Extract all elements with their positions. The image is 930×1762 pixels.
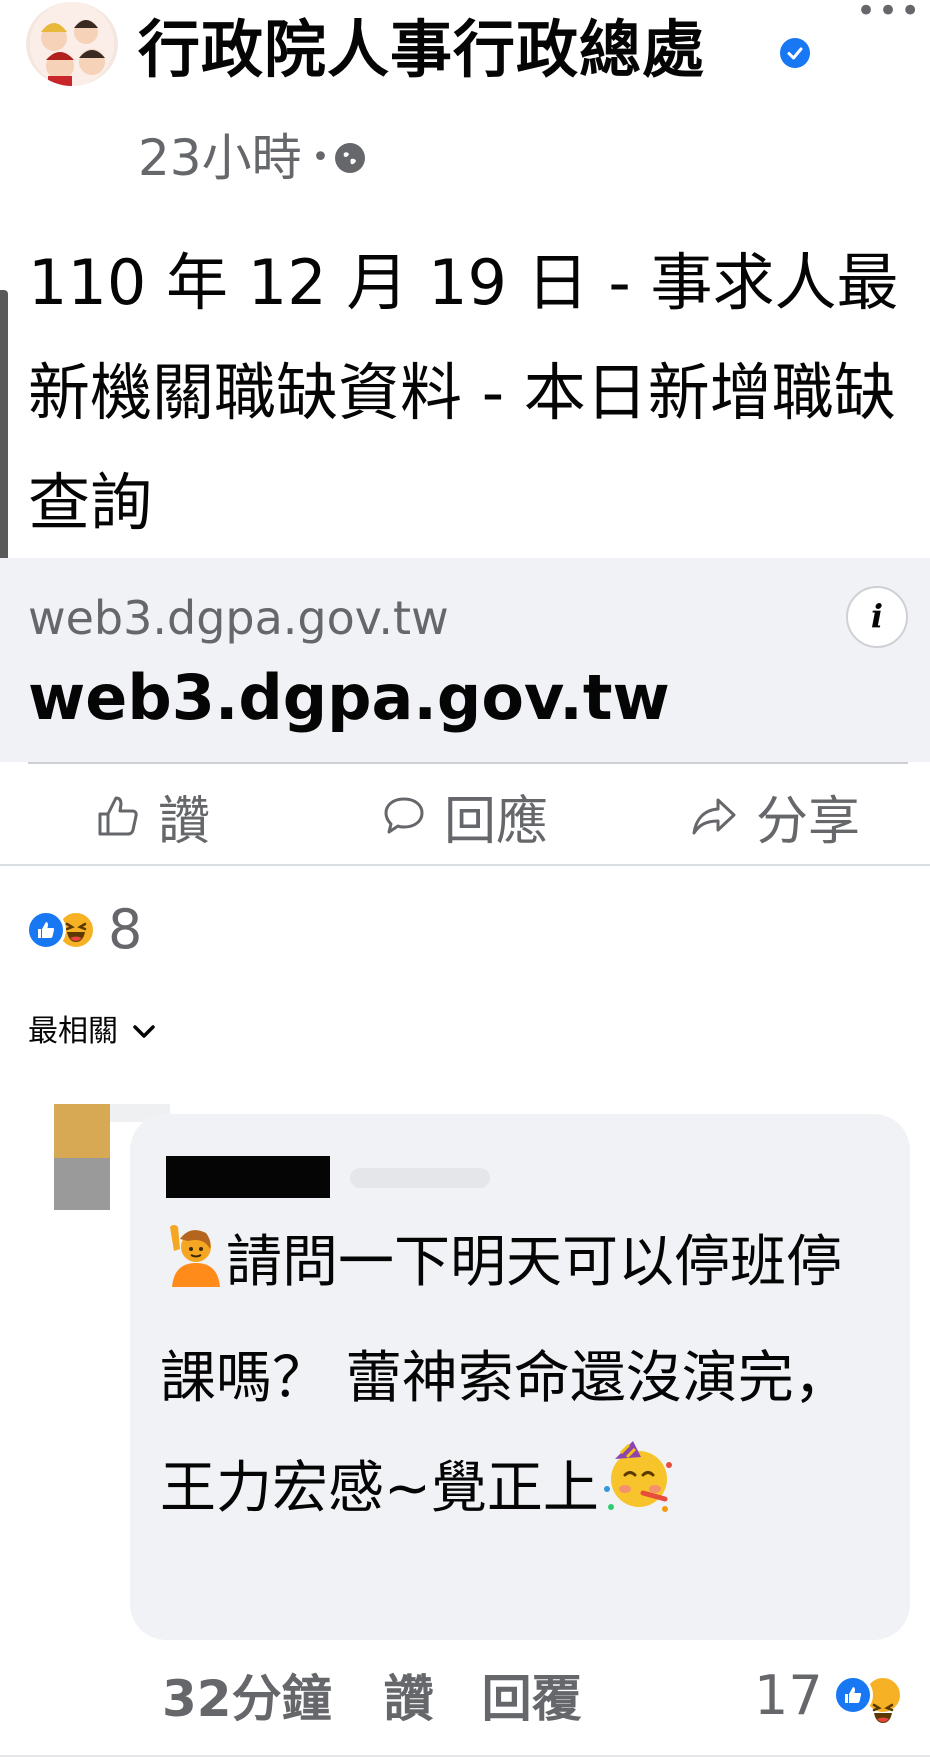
thumbs-up-icon xyxy=(98,796,138,836)
comment-button[interactable]: 回應 xyxy=(382,786,548,852)
chevron-down-icon xyxy=(133,1025,155,1038)
comment-like-button[interactable]: 讚 xyxy=(384,1659,434,1731)
comment-bubble-icon xyxy=(384,797,424,834)
commenter-avatar[interactable] xyxy=(54,1104,110,1210)
comment-reaction-summary[interactable]: 17 xyxy=(754,1660,903,1730)
share-label: 分享 xyxy=(756,791,861,852)
comment-reaction-count: 17 xyxy=(754,1663,823,1727)
verified-badge-icon xyxy=(780,38,810,68)
comment-label: 回應 xyxy=(444,791,549,852)
reaction-count: 8 xyxy=(108,898,143,961)
comment-body: 請問一下明天可以停班停課嗎？ 蕾神索命還沒演完，王力宏感~覺正上 xyxy=(160,1230,850,1521)
comment-time[interactable]: 32分鐘 xyxy=(162,1659,332,1731)
partying-face-emoji-icon xyxy=(599,1437,675,1550)
like-reaction-icon xyxy=(832,1675,873,1715)
divider xyxy=(0,864,930,866)
reaction-summary[interactable]: 8 xyxy=(26,900,142,960)
commenter-subtitle-redacted xyxy=(350,1168,490,1188)
post-header: 行政院人事行政總處 ••• 23小時 • xyxy=(0,0,930,200)
like-button[interactable]: 讚 xyxy=(96,786,210,852)
divider xyxy=(0,1755,930,1757)
commenter-name-redacted[interactable] xyxy=(166,1156,330,1198)
share-arrow-icon xyxy=(692,798,736,835)
sort-label: 最相關 xyxy=(28,1014,118,1049)
link-preview-card[interactable]: web3.dgpa.gov.tw web3.dgpa.gov.tw xyxy=(0,558,930,762)
like-label: 讚 xyxy=(158,791,211,852)
page-avatar[interactable] xyxy=(26,2,118,86)
share-button[interactable]: 分享 xyxy=(690,786,860,852)
post-text: 110 年 12 月 19 日 - 事求人最新機關職缺資料 - 本日新增職缺查詢 xyxy=(28,246,899,539)
like-reaction-icon xyxy=(26,910,66,950)
link-title: web3.dgpa.gov.tw xyxy=(28,661,670,734)
more-options-button[interactable]: ••• xyxy=(856,0,922,28)
post-action-bar: 讚 回應 分享 xyxy=(0,764,930,864)
page-name[interactable]: 行政院人事行政總處 xyxy=(138,10,705,90)
comment-text: 請問一下明天可以停班停課嗎？ 蕾神索命還沒演完，王力宏感~覺正上 xyxy=(160,1208,890,1550)
comment-meta: 32分鐘 讚 回覆 xyxy=(162,1660,582,1730)
post-time[interactable]: 23小時 xyxy=(138,128,302,188)
link-domain: web3.dgpa.gov.tw xyxy=(28,591,449,645)
post-meta: 23小時 • xyxy=(138,128,366,188)
comment-sort-dropdown[interactable]: 最相關 xyxy=(28,1012,156,1052)
raising-hand-emoji-icon xyxy=(160,1214,226,1324)
meta-separator: • xyxy=(311,140,330,175)
globe-icon[interactable] xyxy=(335,143,366,173)
comment-reply-button[interactable]: 回覆 xyxy=(482,1659,582,1731)
link-info-button[interactable]: i xyxy=(846,586,908,648)
